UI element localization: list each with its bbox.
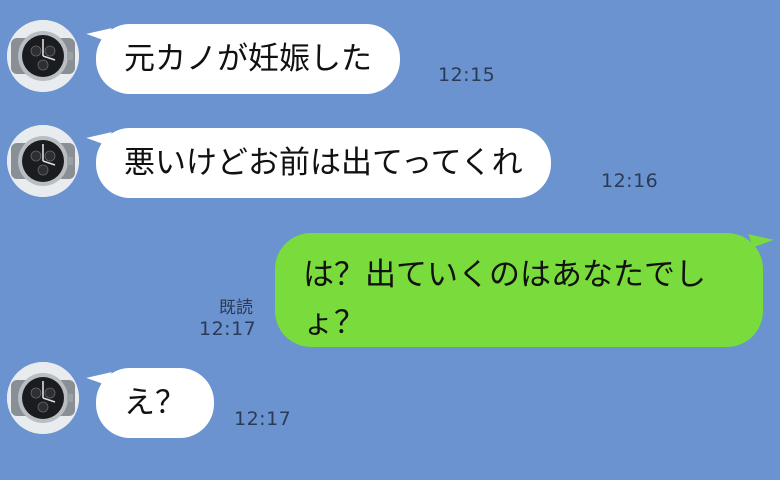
message-text: 悪いけどお前は出てってくれ: [124, 145, 523, 181]
bubble-tail: [748, 226, 774, 248]
message-time: 12:16: [601, 170, 659, 192]
sender-avatar[interactable]: [7, 125, 79, 197]
chat-view: 元カノが妊娠した 12:15 悪いけどお前は出てってくれ 12:16 既読 12…: [0, 0, 780, 480]
wristwatch-icon: [7, 20, 79, 92]
message-time: 12:17: [199, 318, 257, 340]
message-bubble-outgoing[interactable]: は？出ていくのはあなたでしょ？: [275, 233, 763, 347]
message-text: え？: [124, 385, 186, 421]
message-time: 12:17: [234, 408, 292, 430]
sender-avatar[interactable]: [7, 362, 79, 434]
message-bubble-incoming[interactable]: え？: [96, 368, 214, 438]
wristwatch-icon: [7, 362, 79, 434]
read-receipt: 既読: [219, 298, 253, 318]
message-text: 元カノが妊娠した: [124, 41, 372, 77]
wristwatch-icon: [7, 125, 79, 197]
message-time: 12:15: [438, 64, 496, 86]
message-text: は？出ていくのはあなたでしょ？: [303, 257, 706, 341]
sender-avatar[interactable]: [7, 20, 79, 92]
message-bubble-incoming[interactable]: 悪いけどお前は出てってくれ: [96, 128, 551, 198]
message-bubble-incoming[interactable]: 元カノが妊娠した: [96, 24, 400, 94]
